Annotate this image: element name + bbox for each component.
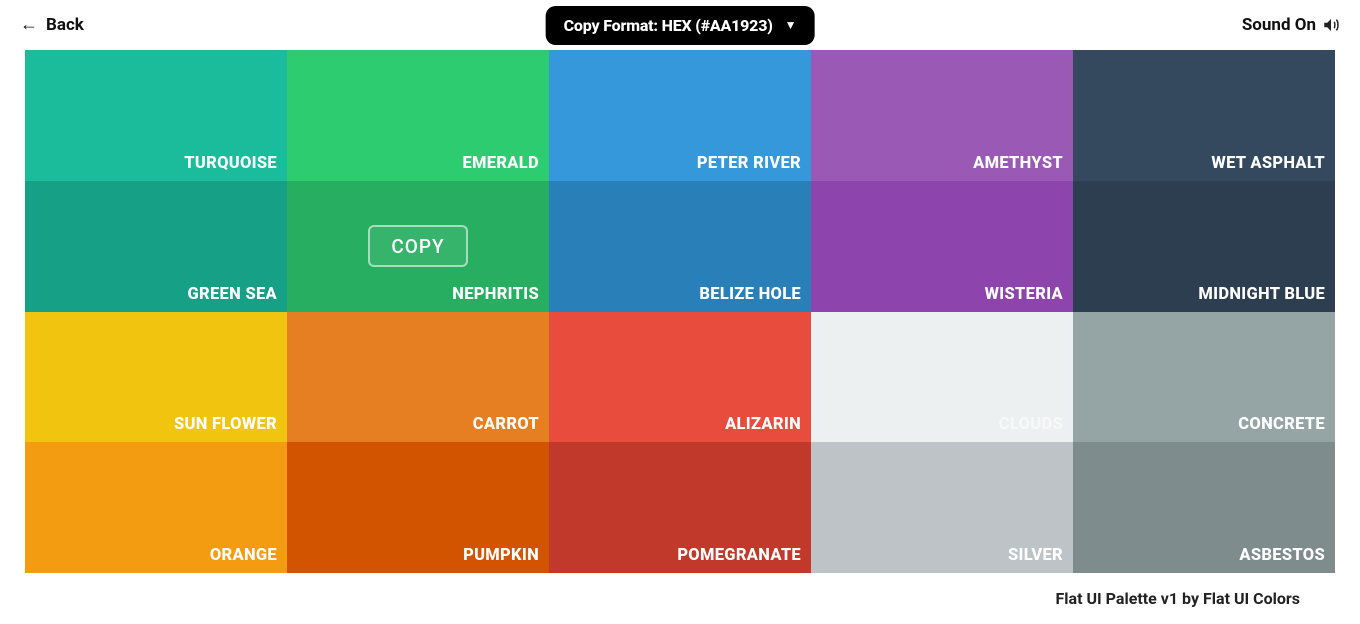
arrow-left-icon: ← [20,16,38,34]
back-button[interactable]: ← Back [20,15,84,35]
swatch-name: PETER RIVER [697,154,801,173]
color-swatch[interactable]: COPY NEPHRITIS [287,181,549,312]
color-swatch[interactable]: COPYWISTERIA [811,181,1073,312]
swatch-name: NEPHRITIS [452,285,539,304]
swatch-name: PUMPKIN [463,546,539,565]
color-swatch[interactable]: COPYCONCRETE [1073,312,1335,443]
chevron-down-icon: ▼ [785,18,797,32]
swatch-name: CARROT [473,415,539,434]
color-swatch[interactable]: COPYPETER RIVER [549,50,811,181]
color-swatch[interactable]: COPYMIDNIGHT BLUE [1073,181,1335,312]
color-swatch[interactable]: COPYAMETHYST [811,50,1073,181]
color-swatch[interactable]: COPYCARROT [287,312,549,443]
swatch-name: MIDNIGHT BLUE [1198,285,1325,304]
color-swatch[interactable]: COPYSILVER [811,442,1073,573]
color-grid: COPYTURQUOISECOPYEMERALDCOPYPETER RIVERC… [25,50,1335,573]
swatch-name: ASBESTOS [1239,546,1325,565]
footer-credit[interactable]: Flat UI Palette v1 by Flat UI Colors [1056,589,1301,608]
sound-label: Sound On [1242,15,1316,35]
swatch-name: ALIZARIN [725,415,801,434]
speaker-icon [1322,16,1340,34]
color-swatch[interactable]: COPYGREEN SEA [25,181,287,312]
top-bar: ← Back Copy Format: HEX (#AA1923) ▼ Soun… [0,0,1360,50]
color-swatch[interactable]: COPYPOMEGRANATE [549,442,811,573]
copy-format-label: Copy Format: HEX (#AA1923) [564,16,773,35]
color-swatch[interactable]: COPYASBESTOS [1073,442,1335,573]
swatch-name: WET ASPHALT [1211,154,1325,173]
color-swatch[interactable]: COPYTURQUOISE [25,50,287,181]
swatch-name: CONCRETE [1238,415,1325,434]
swatch-name: CLOUDS [999,415,1063,434]
sound-toggle[interactable]: Sound On [1242,15,1340,35]
swatch-name: ORANGE [210,546,277,565]
swatch-name: SUN FLOWER [174,415,277,434]
swatch-name: WISTERIA [985,285,1063,304]
back-label: Back [46,15,84,35]
color-swatch[interactable]: COPYSUN FLOWER [25,312,287,443]
swatch-name: EMERALD [462,154,539,173]
swatch-name: POMEGRANATE [677,546,801,565]
color-swatch[interactable]: COPYCLOUDS [811,312,1073,443]
swatch-name: TURQUOISE [184,154,277,173]
swatch-name: SILVER [1008,546,1063,565]
color-swatch[interactable]: COPYWET ASPHALT [1073,50,1335,181]
copy-button[interactable]: COPY [368,225,468,267]
color-swatch[interactable]: COPYEMERALD [287,50,549,181]
color-swatch[interactable]: COPYORANGE [25,442,287,573]
color-swatch[interactable]: COPYALIZARIN [549,312,811,443]
color-swatch[interactable]: COPYBELIZE HOLE [549,181,811,312]
swatch-name: AMETHYST [973,154,1063,173]
copy-format-dropdown[interactable]: Copy Format: HEX (#AA1923) ▼ [546,6,815,45]
swatch-name: GREEN SEA [187,285,277,304]
color-swatch[interactable]: COPYPUMPKIN [287,442,549,573]
footer: Flat UI Palette v1 by Flat UI Colors [0,573,1360,623]
swatch-name: BELIZE HOLE [699,285,801,304]
